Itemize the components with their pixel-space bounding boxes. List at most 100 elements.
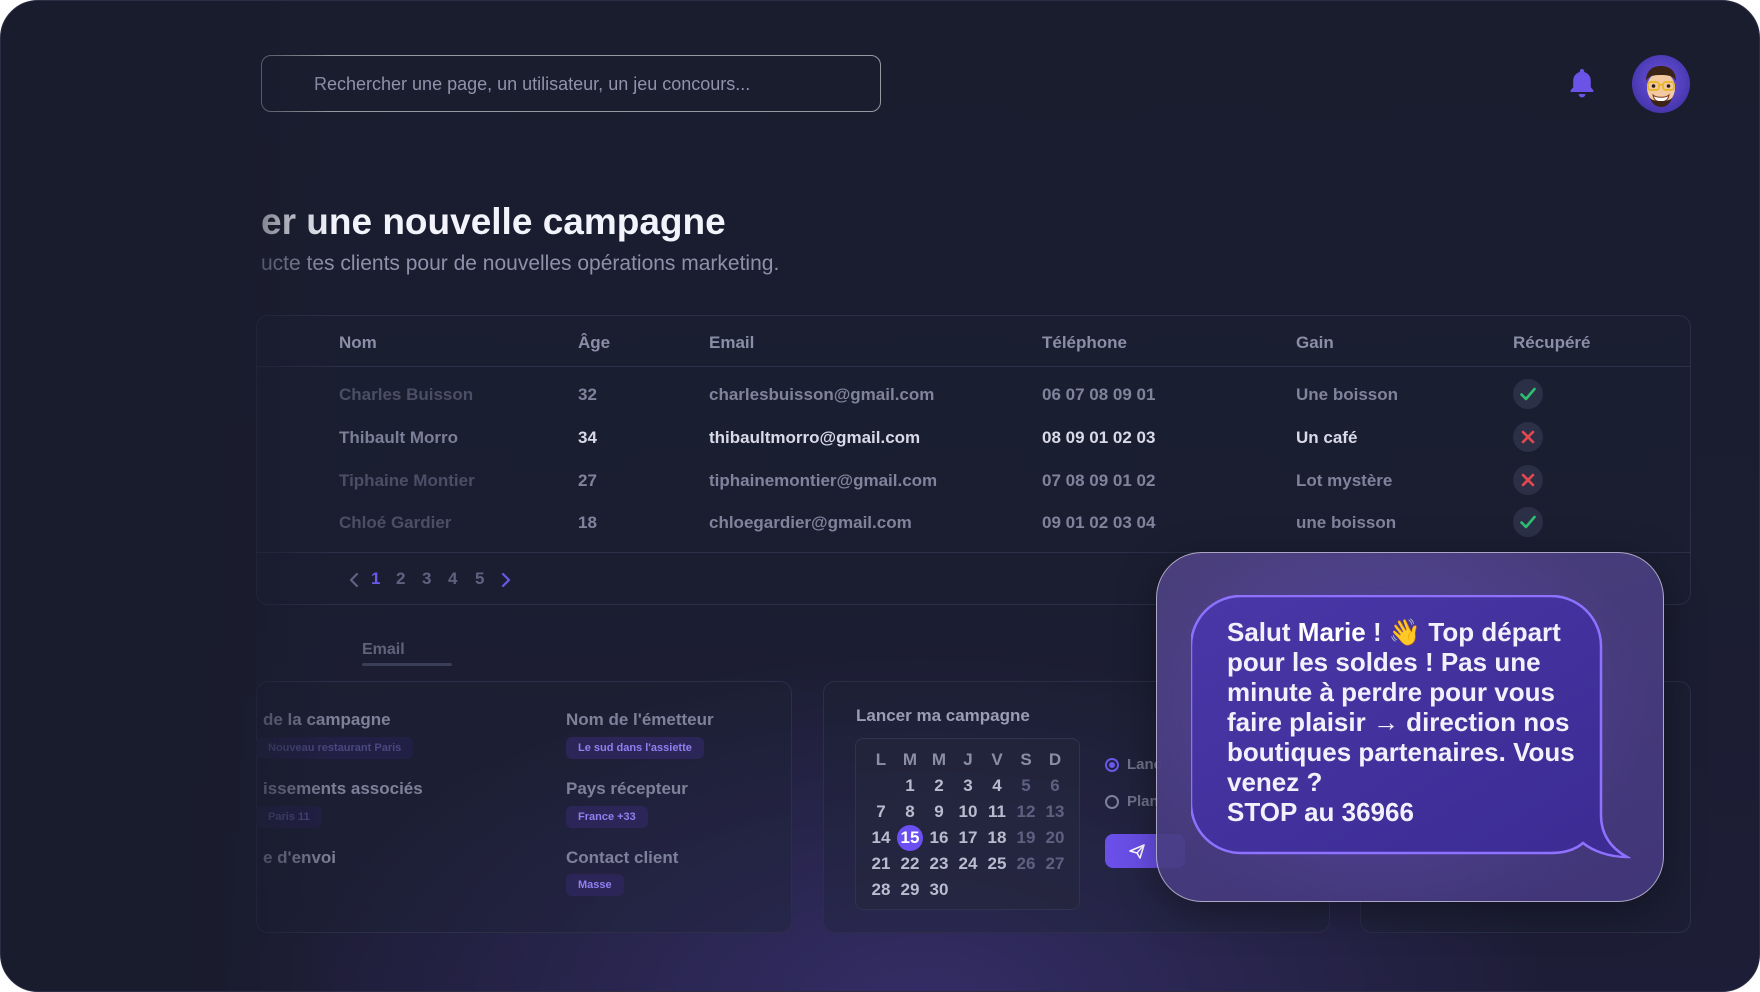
calendar-day[interactable]: 10 — [954, 800, 982, 824]
column-header-phone[interactable]: Téléphone — [1042, 333, 1127, 353]
sms-recipient-name: Marie — [1297, 617, 1366, 647]
cell-name: Chloé Gardier — [339, 513, 452, 532]
cell-email: thibaultmorro@gmail.com — [709, 428, 921, 447]
sender-name-chip[interactable]: Le sud dans l'assiette — [566, 737, 704, 759]
calendar-day[interactable]: 20 — [1041, 826, 1069, 850]
search-input[interactable] — [312, 56, 876, 113]
weekday-label: M — [931, 750, 947, 769]
cell-age: 27 — [578, 471, 597, 490]
launch-now-radio[interactable] — [1105, 758, 1119, 772]
tab-email[interactable]: Email — [362, 641, 405, 659]
chevron-right-icon[interactable] — [500, 572, 512, 588]
campaign-name-chip[interactable]: Nouveau restaurant Paris — [256, 737, 414, 759]
calendar-day[interactable]: 12 — [1012, 800, 1040, 824]
cell-phone: 09 01 02 03 04 — [1042, 513, 1156, 532]
bell-icon[interactable] — [1567, 67, 1597, 101]
calendar-day[interactable]: 22 — [896, 852, 924, 876]
wave-emoji-icon: 👋 — [1388, 617, 1422, 647]
weekday-label: V — [991, 750, 1003, 769]
header-divider — [257, 366, 1690, 367]
cross-icon — [1513, 422, 1543, 452]
establishments-chip[interactable]: Paris 11 — [256, 806, 322, 828]
calendar-day[interactable]: 18 — [983, 826, 1011, 850]
calendar-day[interactable]: 23 — [925, 852, 953, 876]
calendar-day[interactable]: 28 — [867, 878, 895, 902]
cell-age: 32 — [578, 385, 597, 404]
cell-phone: 07 08 09 01 02 — [1042, 471, 1156, 490]
calendar-day[interactable]: 17 — [954, 826, 982, 850]
contact-label: Contact client — [566, 848, 679, 867]
calendar-day[interactable]: 7 — [867, 800, 895, 824]
cell-name: Thibault Morro — [339, 428, 458, 447]
sms-greeting: Salut — [1227, 617, 1298, 647]
column-header-name[interactable]: Nom — [339, 333, 377, 353]
cell-gain: Un café — [1296, 428, 1358, 447]
cell-phone: 06 07 08 09 01 — [1042, 385, 1156, 404]
search-bar[interactable] — [261, 55, 881, 113]
column-header-recovered[interactable]: Récupéré — [1513, 333, 1590, 353]
schedule-label: Plan — [1127, 793, 1159, 810]
page-title: er une nouvelle campagne — [261, 201, 726, 242]
calendar-day[interactable]: 29 — [896, 878, 924, 902]
calendar-day[interactable]: 13 — [1041, 800, 1069, 824]
cell-name: Charles Buisson — [339, 385, 474, 404]
weekday-label: L — [875, 750, 887, 769]
sms-stop: STOP au 36966 — [1227, 797, 1414, 827]
column-header-gain[interactable]: Gain — [1296, 333, 1334, 353]
sender-name-label: Nom de l'émetteur — [566, 710, 714, 729]
calendar-day[interactable]: 30 — [925, 878, 953, 902]
country-label: Pays récepteur — [566, 779, 688, 798]
launch-title: Lancer ma campagne — [856, 706, 1030, 725]
calendar-day[interactable]: 11 — [983, 800, 1011, 824]
calendar-day[interactable]: 14 — [867, 826, 895, 850]
sms-message: Salut Marie ! 👋 Top départ pour les sold… — [1227, 617, 1575, 827]
send-type-label: e d'envoi — [263, 848, 337, 867]
calendar-day[interactable]: 27 — [1041, 852, 1069, 876]
weekday-label: D — [1048, 750, 1062, 769]
contact-chip[interactable]: Masse — [566, 874, 624, 896]
column-header-age[interactable]: Âge — [578, 333, 610, 353]
calendar-day[interactable]: 5 — [1012, 774, 1040, 798]
check-icon — [1513, 379, 1543, 409]
app-frame: er une nouvelle campagne ucte tes client… — [0, 0, 1760, 992]
check-icon — [1513, 507, 1543, 537]
calendar-day[interactable]: 4 — [983, 774, 1011, 798]
avatar[interactable] — [1632, 55, 1690, 113]
calendar-day[interactable]: 2 — [925, 774, 953, 798]
weekday-label: M — [902, 750, 918, 769]
calendar-day[interactable]: 26 — [1012, 852, 1040, 876]
pagination-page[interactable]: 4 — [448, 569, 457, 589]
cell-age: 34 — [578, 428, 597, 447]
calendar-day[interactable]: 8 — [896, 800, 924, 824]
cell-phone: 08 09 01 02 03 — [1042, 428, 1156, 447]
calendar-day[interactable]: 24 — [954, 852, 982, 876]
cell-age: 18 — [578, 513, 597, 532]
calendar-day[interactable]: 25 — [983, 852, 1011, 876]
establishments-label: issements associés — [263, 779, 423, 798]
pagination-page[interactable]: 3 — [422, 569, 431, 589]
weekday-label: S — [1020, 750, 1032, 769]
cell-gain: Une boisson — [1296, 385, 1399, 404]
pagination-page[interactable]: 2 — [396, 569, 405, 589]
calendar-day[interactable]: 6 — [1041, 774, 1069, 798]
calendar-day[interactable]: 21 — [867, 852, 895, 876]
pagination-page[interactable]: 1 — [371, 569, 380, 589]
cell-email: charlesbuisson@gmail.com — [709, 385, 935, 404]
calendar-day-selected[interactable]: 15 — [897, 825, 923, 851]
chevron-left-icon[interactable] — [348, 572, 360, 588]
calendar-day[interactable]: 1 — [896, 774, 924, 798]
campaign-name-label: de la campagne — [263, 710, 391, 729]
pagination-page[interactable]: 5 — [475, 569, 484, 589]
page-subtitle: ucte tes clients pour de nouvelles opéra… — [261, 252, 780, 275]
schedule-radio[interactable] — [1105, 795, 1119, 809]
calendar-day[interactable]: 3 — [954, 774, 982, 798]
calendar-day[interactable]: 16 — [925, 826, 953, 850]
cross-icon — [1513, 465, 1543, 495]
weekday-label: J — [963, 750, 973, 769]
calendar-day[interactable]: 9 — [925, 800, 953, 824]
tab-underline — [362, 663, 452, 666]
column-header-email[interactable]: Email — [709, 333, 754, 353]
cell-name: Tiphaine Montier — [339, 471, 475, 490]
country-chip[interactable]: France +33 — [566, 806, 648, 828]
calendar-day[interactable]: 19 — [1012, 826, 1040, 850]
